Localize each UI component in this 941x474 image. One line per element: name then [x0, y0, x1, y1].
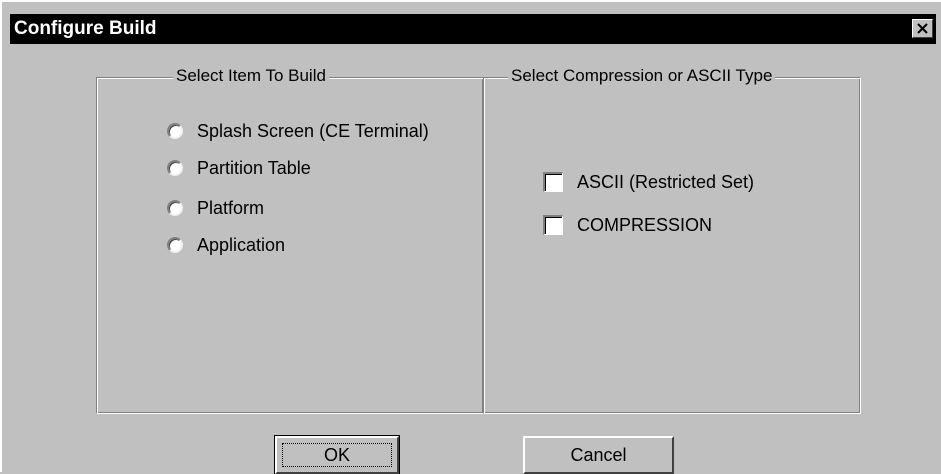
radio-label: Partition Table: [197, 157, 311, 178]
radio-label: Platform: [197, 197, 265, 218]
radio-button[interactable]: [167, 200, 183, 216]
radio-option-application[interactable]: Application: [167, 233, 285, 257]
close-icon: [917, 23, 928, 34]
radio-button[interactable]: [167, 160, 183, 176]
checkbox-option-compression[interactable]: COMPRESSION: [543, 213, 712, 237]
ok-button[interactable]: OK: [274, 435, 400, 474]
radio-button[interactable]: [167, 123, 183, 139]
window-title: Configure Build: [14, 18, 157, 39]
checkbox-option-ascii[interactable]: ASCII (Restricted Set): [543, 170, 754, 194]
close-button[interactable]: [912, 19, 933, 38]
focus-rectangle: [282, 443, 392, 467]
radio-label: Application: [197, 234, 286, 255]
radio-option-splash-screen[interactable]: Splash Screen (CE Terminal): [167, 119, 429, 143]
radio-option-partition-table[interactable]: Partition Table: [167, 156, 311, 180]
cancel-button-label: Cancel: [570, 444, 627, 465]
radio-option-platform[interactable]: Platform: [167, 196, 264, 220]
compression-type-group: Select Compression or ASCII Type ASCII (…: [483, 66, 861, 414]
title-bar[interactable]: Configure Build: [10, 14, 936, 44]
compression-type-legend: Select Compression or ASCII Type: [508, 66, 776, 86]
checkbox-label: COMPRESSION: [577, 214, 713, 235]
checkbox[interactable]: [543, 172, 563, 192]
select-item-legend: Select Item To Build: [173, 66, 329, 86]
checkbox-label: ASCII (Restricted Set): [577, 171, 755, 192]
radio-label: Splash Screen (CE Terminal): [197, 120, 429, 141]
cancel-button[interactable]: Cancel: [523, 436, 674, 474]
select-item-group: Select Item To Build Splash Screen (CE T…: [96, 66, 484, 414]
radio-button[interactable]: [167, 237, 183, 253]
configure-build-dialog: Configure Build Select Item To Build Spl…: [0, 0, 941, 474]
checkbox[interactable]: [543, 215, 563, 235]
